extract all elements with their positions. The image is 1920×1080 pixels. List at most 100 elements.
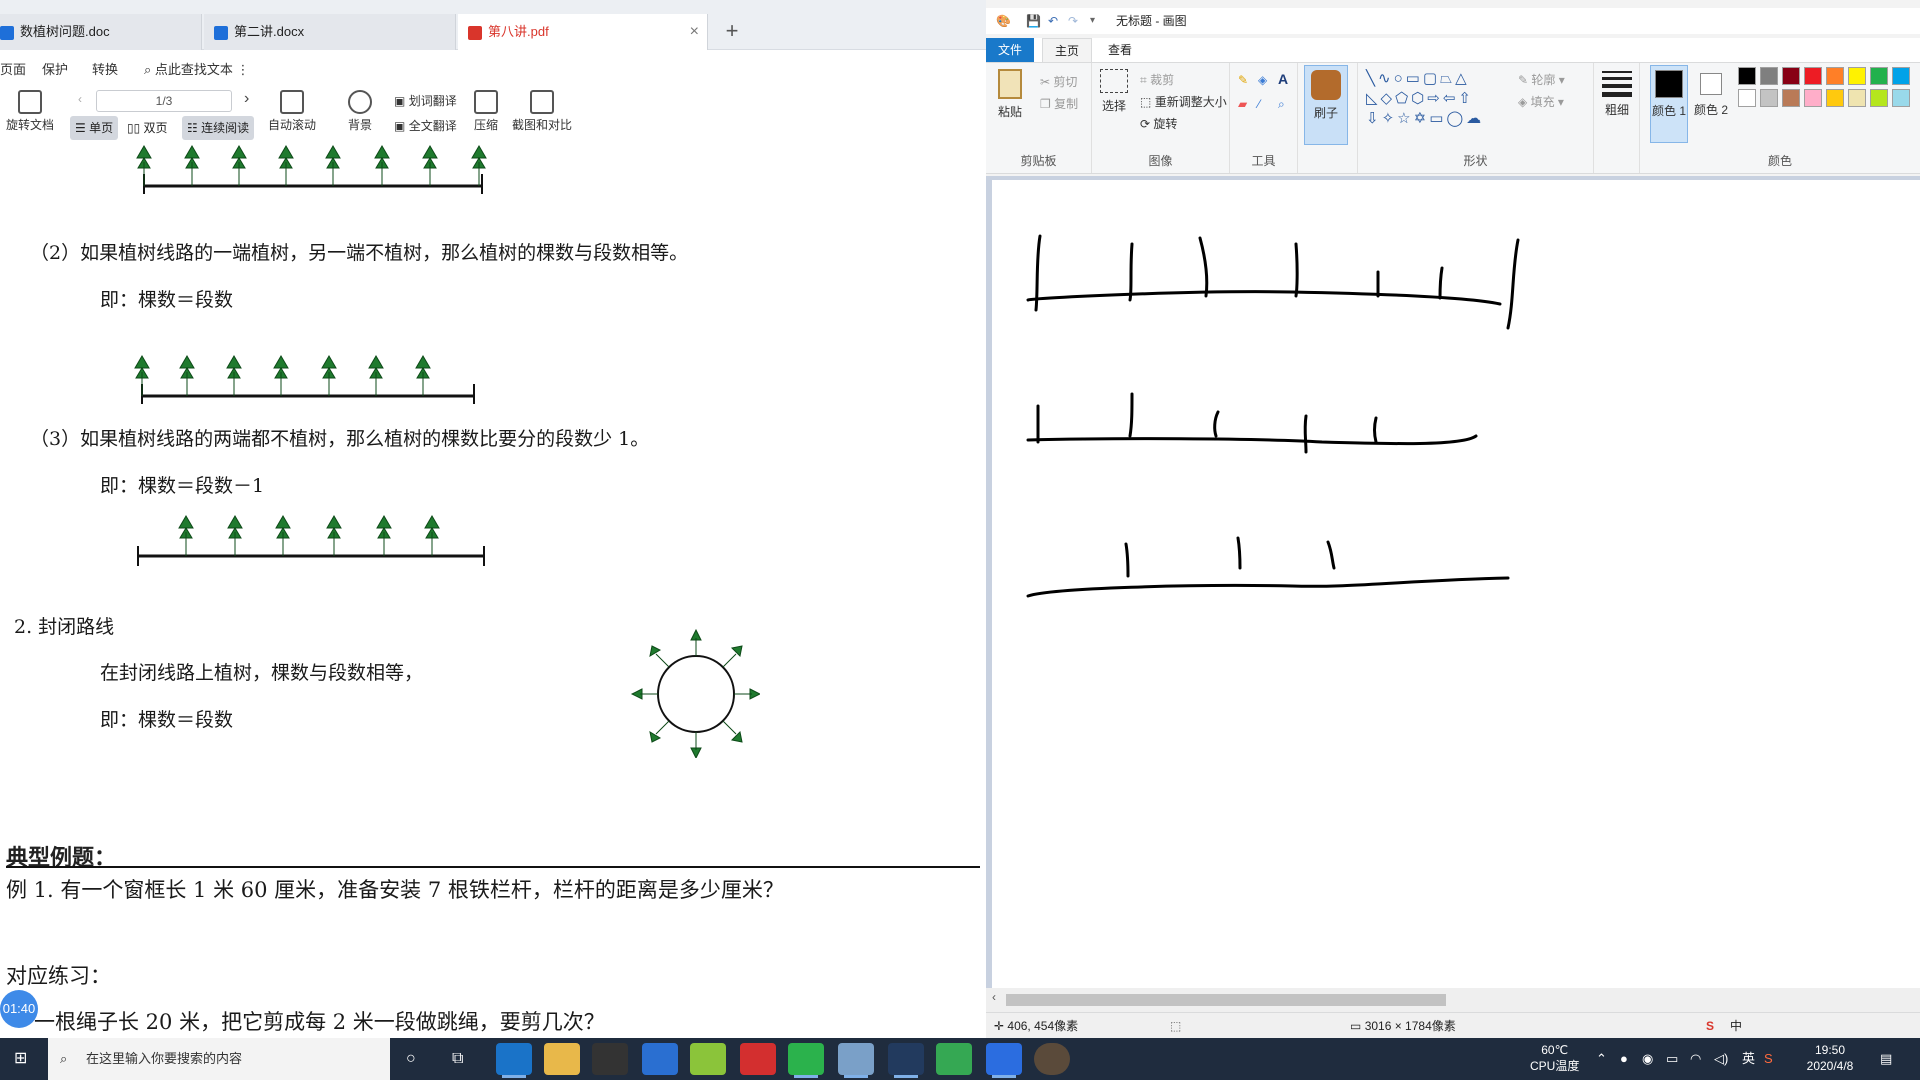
polygon-shape-icon[interactable]: ⏢ [1440,70,1455,87]
palette-color-swatch[interactable] [1760,67,1778,85]
full-translate-button[interactable]: ▣ 全文翻译 [394,117,457,134]
curve-shape-icon[interactable]: ∿ [1378,70,1394,87]
palette-color-swatch[interactable] [1804,89,1822,107]
windows-start-icon[interactable]: ⊞ [14,1038,27,1080]
quick-access-dropdown-icon[interactable]: ▾ [1090,8,1095,34]
horizontal-scrollbar[interactable]: ‹ [986,988,1920,1012]
new-tab-button[interactable]: + [718,14,746,50]
palette-color-swatch[interactable] [1892,67,1910,85]
next-page-icon[interactable]: › [244,90,249,108]
find-text-box[interactable]: ⌕ 点此查找文本 ⋮ [144,59,250,78]
netease-music-icon[interactable] [740,1043,776,1075]
line-shape-icon[interactable]: ╲ [1366,70,1378,87]
palette-color-swatch[interactable] [1870,89,1888,107]
double-page-button[interactable]: ▯▯ 双页 [122,116,173,140]
oval-shape-icon[interactable]: ○ [1394,70,1406,87]
shape-gallery[interactable]: ╲∿○▭▢⏢△ ◺◇⬠⬡⇨⇦⇧ ⇩✧☆✡▭◯☁ [1366,69,1516,129]
fill-button[interactable]: ◈ 填充 ▾ [1518,93,1564,110]
sogou-tray-icon[interactable]: S [1764,1038,1773,1080]
hexagon-shape-icon[interactable]: ⬡ [1411,90,1427,107]
player-app-icon[interactable] [936,1043,972,1075]
file-explorer-icon[interactable] [544,1043,580,1075]
outline-button[interactable]: ✎ 轮廓 ▾ [1518,71,1565,88]
tab-lecture-2-docx[interactable]: 第二讲.docx [204,14,456,50]
wechat-app-icon[interactable] [788,1043,824,1078]
paint-canvas[interactable] [992,180,1920,988]
palette-color-swatch[interactable] [1782,67,1800,85]
palette-color-swatch[interactable] [1848,89,1866,107]
clock[interactable]: 19:50 2020/4/8 [1790,1042,1870,1074]
crop-button[interactable]: ⌗ 裁剪 [1140,71,1174,88]
menu-protect[interactable]: 保护 [42,59,68,78]
four-point-star-icon[interactable]: ✧ [1382,110,1398,127]
battery-icon[interactable]: ▭ [1666,1038,1678,1080]
color2-button[interactable]: 颜色 2 [1692,65,1730,143]
taskbar-search-box[interactable]: ⌕ 在这里输入你要搜索的内容 [48,1038,390,1080]
qq-icon[interactable]: ◉ [1642,1038,1653,1080]
sogou-ime-icon[interactable]: S [1706,1013,1714,1039]
palette-color-swatch[interactable] [1826,67,1844,85]
brush-button[interactable]: 刷子 [1304,65,1348,145]
palette-color-swatch[interactable] [1782,89,1800,107]
store-app-icon[interactable] [592,1043,628,1075]
magnifier-icon[interactable]: ⌕ [1278,97,1285,112]
compress-button[interactable]: 压缩 [474,90,498,133]
save-icon[interactable]: 💾 [1026,8,1041,34]
palette-color-swatch[interactable] [1738,89,1756,107]
palette-color-swatch[interactable] [1826,89,1844,107]
ime-icon[interactable]: 英 [1742,1038,1755,1080]
close-icon[interactable]: × [690,14,699,50]
tab-lecture-8-pdf[interactable]: 第八讲.pdf × [458,14,708,50]
prev-page-icon[interactable]: ‹ [78,92,82,106]
notification-icon[interactable]: ▤ [1880,1038,1892,1080]
down-arrow-shape-icon[interactable]: ⇩ [1366,110,1382,127]
menu-convert[interactable]: 转换 [92,59,118,78]
palette-color-swatch[interactable] [1804,67,1822,85]
scrollbar-thumb[interactable] [1006,994,1446,1006]
word-translate-button[interactable]: ▣ 划词翻译 [394,92,457,109]
six-point-star-icon[interactable]: ✡ [1414,110,1430,127]
volume-icon[interactable]: ◁) [1714,1038,1728,1080]
tab-tree-planting-doc[interactable]: 数植树问题.doc [0,14,202,50]
size-button[interactable]: 粗细 [1602,67,1632,118]
copy-button[interactable]: ❐ 复制 [1040,95,1078,112]
resize-button[interactable]: ⬚ 重新调整大小 [1140,93,1227,110]
background-button[interactable]: 背景 [348,90,372,133]
continuous-read-button[interactable]: ☷ 连续阅读 [182,116,255,140]
left-arrow-shape-icon[interactable]: ⇦ [1443,90,1459,107]
paste-button[interactable]: 粘贴 [998,69,1022,120]
up-arrow-shape-icon[interactable]: ⇧ [1458,90,1474,107]
page-number-input[interactable]: 1/3 [96,90,232,112]
task-view-icon[interactable]: ⧉ [452,1038,463,1080]
edge-app-icon[interactable] [496,1043,532,1078]
paint-app-taskbar-icon[interactable] [838,1043,874,1078]
right-arrow-shape-icon[interactable]: ⇨ [1427,90,1443,107]
wps-app-icon[interactable] [986,1043,1022,1078]
microphone-icon[interactable]: ● [1620,1038,1628,1080]
ime-mode[interactable]: 中 [1730,1013,1742,1039]
rotate-document-button[interactable]: 旋转文档 [6,90,54,133]
cut-button[interactable]: ✂ 剪切 [1040,73,1077,90]
diamond-shape-icon[interactable]: ◇ [1381,90,1396,107]
menu-page[interactable]: 页面 [0,59,26,78]
rotate-image-button[interactable]: ⟳ 旋转 [1140,115,1177,132]
screenshot-compare-button[interactable]: 截图和对比 [512,90,572,133]
recording-timer-badge[interactable]: 01:40 [0,990,38,1028]
avatar-app-icon[interactable] [1034,1043,1070,1075]
undo-icon[interactable]: ↶ [1048,8,1058,34]
auto-scroll-button[interactable]: 自动滚动 [268,90,316,133]
five-point-star-icon[interactable]: ☆ [1397,110,1413,127]
select-button[interactable]: 选择 [1100,69,1128,114]
rectangle-shape-icon[interactable]: ▭ [1406,70,1423,87]
callout-oval-icon[interactable]: ◯ [1446,110,1466,127]
tray-expand-icon[interactable]: ⌃ [1596,1038,1607,1080]
palette-color-swatch[interactable] [1738,67,1756,85]
single-page-button[interactable]: ☰ 单页 [70,116,119,140]
tab-home[interactable]: 主页 [1042,38,1093,62]
palette-color-swatch[interactable] [1870,67,1888,85]
color-picker-icon[interactable]: ⁄ [1258,97,1260,111]
palette-color-swatch[interactable] [1892,89,1910,107]
game-app-icon[interactable] [888,1043,924,1078]
cortana-icon[interactable]: ○ [406,1038,416,1080]
green-app-icon[interactable] [690,1043,726,1075]
